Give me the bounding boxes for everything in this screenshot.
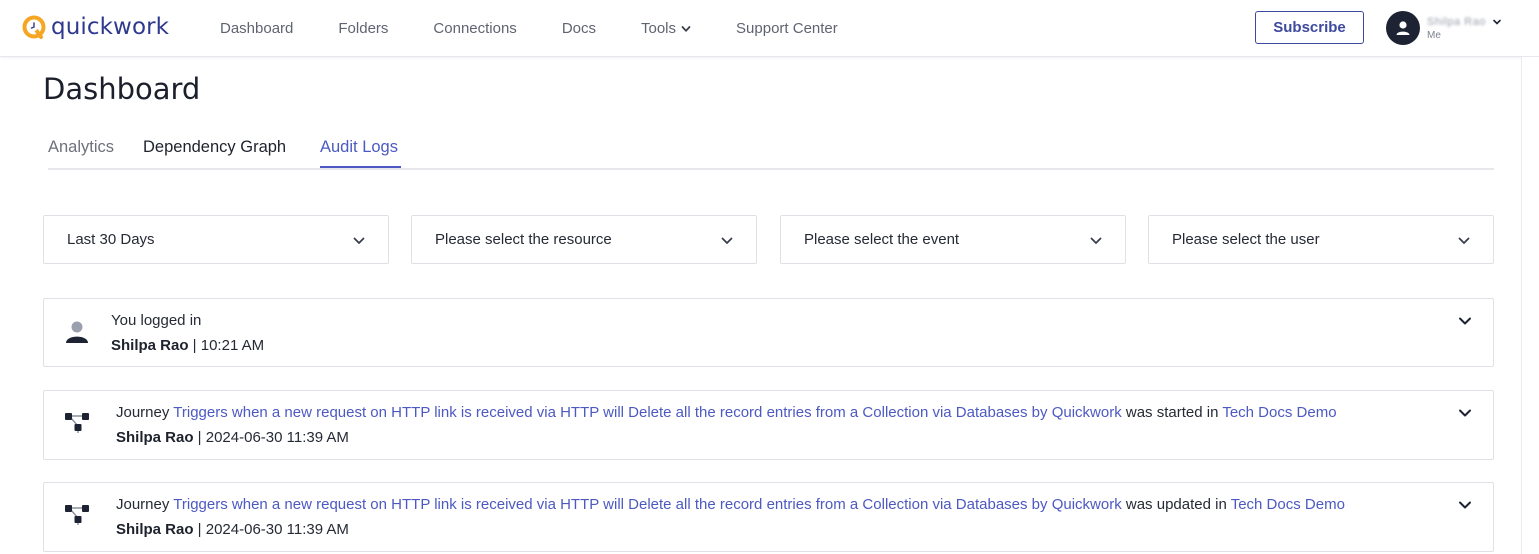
journey-link[interactable]: Triggers when a new request on HTTP link… bbox=[173, 496, 1121, 513]
quickwork-logo-icon bbox=[22, 15, 46, 39]
audit-log-entry: Journey Triggers when a new request on H… bbox=[43, 482, 1494, 552]
user-icon bbox=[1396, 21, 1410, 35]
profile-menu[interactable]: Shilpa Rao Me bbox=[1386, 10, 1502, 46]
period-select[interactable]: Last 30 Days bbox=[43, 215, 389, 264]
tab-audit-logs[interactable]: Audit Logs bbox=[320, 138, 398, 157]
event-select-placeholder: Please select the event bbox=[804, 231, 960, 248]
brand-logo[interactable]: quickwork bbox=[22, 12, 169, 42]
dashboard-tabs: Analytics Dependency Graph Audit Logs bbox=[48, 128, 1494, 170]
log-action: was updated in bbox=[1121, 496, 1231, 513]
profile-name: Shilpa Rao bbox=[1427, 15, 1486, 28]
profile-subtitle: Me bbox=[1427, 29, 1441, 41]
log-user: Shilpa Rao bbox=[116, 429, 194, 446]
nav-connections[interactable]: Connections bbox=[433, 20, 516, 37]
top-navigation-bar: quickwork Dashboard Folders Connections … bbox=[0, 0, 1539, 57]
period-select-value: Last 30 Days bbox=[67, 231, 155, 248]
log-separator: | bbox=[193, 521, 206, 538]
page-title: Dashboard bbox=[43, 72, 201, 106]
journey-icon bbox=[65, 413, 89, 433]
chevron-down-icon bbox=[1090, 237, 1102, 244]
user-select[interactable]: Please select the user bbox=[1148, 215, 1494, 264]
log-user: Shilpa Rao bbox=[111, 337, 189, 354]
resource-select[interactable]: Please select the resource bbox=[411, 215, 757, 264]
chevron-down-icon bbox=[681, 25, 691, 32]
nav-tools-label: Tools bbox=[641, 20, 677, 37]
chevron-down-icon[interactable] bbox=[1457, 405, 1473, 421]
active-tab-indicator bbox=[320, 166, 401, 168]
chevron-down-icon[interactable] bbox=[1457, 313, 1473, 329]
log-action: was started in bbox=[1121, 404, 1223, 421]
tab-dependency-graph[interactable]: Dependency Graph bbox=[143, 138, 286, 157]
log-prefix: Journey bbox=[116, 404, 174, 421]
audit-log-entry: You logged in Shilpa Rao | 10:21 AM bbox=[43, 298, 1494, 367]
log-time: 2024-06-30 11:39 AM bbox=[205, 429, 349, 446]
nav-tools[interactable]: Tools bbox=[641, 20, 691, 37]
audit-log-entry: Journey Triggers when a new request on H… bbox=[43, 390, 1494, 460]
log-time: 10:21 AM bbox=[200, 337, 265, 354]
nav-dashboard[interactable]: Dashboard bbox=[220, 20, 293, 37]
tab-analytics[interactable]: Analytics bbox=[48, 138, 114, 157]
nav-docs[interactable]: Docs bbox=[562, 20, 596, 37]
log-time: 2024-06-30 11:39 AM bbox=[205, 521, 349, 538]
scrollbar[interactable] bbox=[1521, 57, 1539, 554]
chevron-down-icon bbox=[353, 237, 365, 244]
project-link[interactable]: Tech Docs Demo bbox=[1222, 404, 1336, 421]
nav-folders[interactable]: Folders bbox=[338, 20, 388, 37]
chevron-down-icon[interactable] bbox=[1457, 497, 1473, 513]
log-separator: | bbox=[188, 337, 201, 354]
log-separator: | bbox=[193, 429, 206, 446]
log-user: Shilpa Rao bbox=[116, 521, 194, 538]
chevron-down-icon bbox=[1493, 19, 1501, 25]
subscribe-button[interactable]: Subscribe bbox=[1255, 11, 1364, 44]
brand-name: quickwork bbox=[51, 14, 170, 40]
chevron-down-icon bbox=[721, 237, 733, 244]
resource-select-placeholder: Please select the resource bbox=[435, 231, 612, 248]
journey-icon bbox=[65, 505, 89, 525]
project-link[interactable]: Tech Docs Demo bbox=[1231, 496, 1345, 513]
avatar bbox=[1386, 11, 1420, 45]
journey-link[interactable]: Triggers when a new request on HTTP link… bbox=[173, 404, 1121, 421]
user-select-placeholder: Please select the user bbox=[1172, 231, 1320, 248]
log-message: You logged in bbox=[111, 312, 202, 329]
main-nav: Dashboard Folders Connections Docs Tools… bbox=[220, 0, 883, 57]
user-icon bbox=[66, 321, 88, 343]
chevron-down-icon bbox=[1458, 237, 1470, 244]
event-select[interactable]: Please select the event bbox=[780, 215, 1126, 264]
log-prefix: Journey bbox=[116, 496, 174, 513]
nav-support-center[interactable]: Support Center bbox=[736, 20, 838, 37]
